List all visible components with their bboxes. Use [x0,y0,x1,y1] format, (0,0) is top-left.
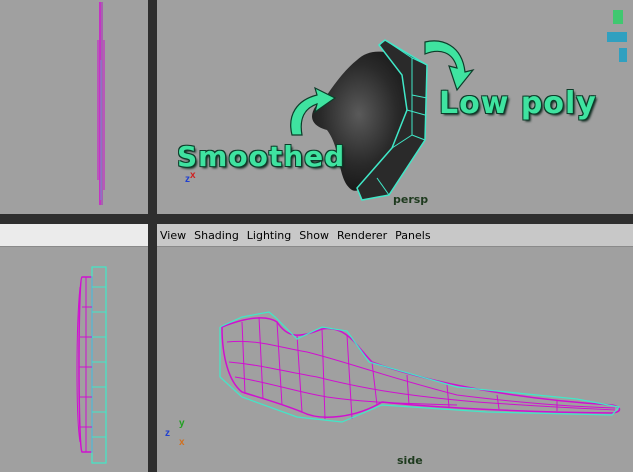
annotation-smoothed: Smoothed [177,140,346,173]
viewport-bottom-left[interactable] [0,247,148,472]
menu-show[interactable]: Show [296,229,334,242]
axis-label-b: x [190,170,196,181]
menu-renderer[interactable]: Renderer [334,229,392,242]
axis-indicator-side: y z [165,419,185,439]
menu-panels[interactable]: Panels [392,229,435,242]
menu-lighting[interactable]: Lighting [244,229,296,242]
panel-menu-bar: View Shading Lighting Show Renderer Pane… [157,224,633,247]
annotation-low-poly: Low poly [439,86,597,121]
side-wireframe [219,311,621,423]
menu-view[interactable]: View [157,229,191,242]
axis-indicator-persp: zx [185,170,196,185]
menu-shading[interactable]: Shading [191,229,244,242]
viewport-name-side: side [397,454,423,467]
viewport-top-left[interactable] [0,0,148,214]
axis-x-marker: x [179,437,185,448]
front-wireframe [97,2,105,205]
viewport-side[interactable]: y z x side [157,247,633,472]
viewport-name-persp: persp [393,193,429,206]
bottom-left-wireframe [76,266,107,464]
viewport-persp[interactable]: Low poly Smoothed zx persp [157,0,633,214]
panel-menu-strip-left [0,224,148,247]
